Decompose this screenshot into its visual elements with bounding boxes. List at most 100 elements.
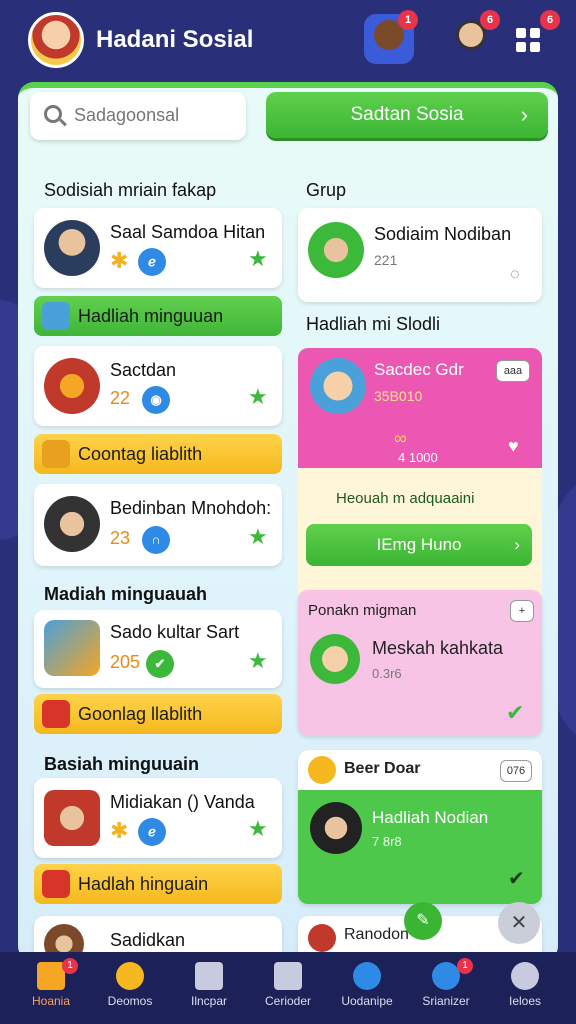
- group-card[interactable]: Sodiaim Nodiban 221 ◌: [298, 208, 542, 302]
- event-join-button[interactable]: IEmg Huno ›: [306, 524, 532, 566]
- person-icon: [511, 962, 539, 990]
- nav-label: Ieloes: [508, 994, 542, 1008]
- nav-item-coins[interactable]: Deomos: [89, 952, 171, 1024]
- friends-icon[interactable]: 1: [364, 10, 418, 64]
- group-reward-card[interactable]: Beer Doar 076 Hadliah Nodian 7 8r8 ✔: [298, 750, 542, 904]
- star-icon[interactable]: ★: [248, 524, 268, 550]
- gift-icon: [42, 870, 70, 898]
- search-box[interactable]: [30, 92, 246, 140]
- star-icon[interactable]: ★: [248, 384, 268, 410]
- profile-icon[interactable]: 6: [446, 10, 500, 64]
- avatar: [308, 222, 364, 278]
- avatar: [44, 790, 100, 846]
- card-header: Beer Doar 076: [298, 750, 542, 790]
- avatar: [308, 924, 336, 952]
- reward-bar[interactable]: Coontag liablith: [34, 434, 282, 474]
- coin-icon: [116, 962, 144, 990]
- event-title: Sacdec Gdr: [374, 360, 464, 379]
- bar-label: Goonlag llablith: [78, 704, 203, 724]
- card-header-title: Beer Doar: [344, 760, 421, 777]
- nav-item-sync[interactable]: 1 Srianizer: [405, 952, 487, 1024]
- star-icon[interactable]: ★: [248, 648, 268, 674]
- reward-sub: 7 8r8: [372, 834, 402, 849]
- list-icon: [195, 962, 223, 990]
- check-icon[interactable]: ✔: [508, 866, 525, 891]
- card-count: 205: [110, 652, 141, 672]
- event-amount: 4 1000: [398, 450, 438, 465]
- star-icon[interactable]: ★: [248, 246, 268, 272]
- chat-icon[interactable]: ℯ: [138, 248, 166, 276]
- link-icon[interactable]: ∩: [142, 526, 170, 554]
- bow-icon: ∞: [394, 428, 407, 448]
- nav-item-calendar[interactable]: Cerioder: [247, 952, 329, 1024]
- primary-action-button[interactable]: Sadtan Sosia ›: [266, 92, 548, 138]
- avatar: [44, 496, 100, 552]
- nav-item-profile[interactable]: Ieloes: [484, 952, 566, 1024]
- event-description: Heouah m adquaaini: [336, 490, 475, 507]
- nav-badge: 1: [62, 958, 78, 974]
- check-icon[interactable]: ✔: [506, 700, 524, 726]
- friend-card[interactable]: Bedinban Mnohdoh: 23 ∩ ★: [34, 484, 282, 566]
- card-name: Bedinban Mnohdoh:: [110, 498, 272, 518]
- nav-item-news[interactable]: Ilncpar: [168, 952, 250, 1024]
- chat-icon[interactable]: ℯ: [138, 818, 166, 846]
- calendar-icon: [274, 962, 302, 990]
- nav-label: Hoania: [31, 994, 71, 1008]
- search-input[interactable]: [74, 105, 234, 126]
- mission-sub: 0.3r6: [372, 666, 402, 681]
- avatar: [310, 634, 360, 684]
- nav-label: Uodanipe: [341, 994, 393, 1008]
- mission-title: Ponakn migman: [308, 602, 417, 619]
- bar-label: Hadliah minguuan: [78, 306, 224, 326]
- reward-subtitle: Hadliah mi Slodli: [306, 314, 441, 334]
- reward-bar[interactable]: Goonlag llablith: [34, 694, 282, 734]
- check-icon[interactable]: ✔: [146, 650, 174, 678]
- star-icon[interactable]: ★: [248, 816, 268, 842]
- settings-icon[interactable]: ◌: [510, 266, 520, 284]
- badge-icon: [42, 440, 70, 468]
- close-button[interactable]: ✕: [498, 902, 540, 944]
- avatar: [310, 358, 366, 414]
- edit-fab-button[interactable]: ✎: [404, 902, 442, 940]
- friend-card[interactable]: Midiakan () Vanda ✱ ℯ ★: [34, 778, 282, 858]
- nav-item-updates[interactable]: Uodanipe: [326, 952, 408, 1024]
- nav-item-home[interactable]: 1 Hoania: [10, 952, 92, 1024]
- user-icon: [42, 302, 70, 330]
- primary-action-label: Sadtan Sosia: [350, 104, 464, 125]
- chevron-right-icon: ›: [520, 102, 528, 127]
- bar-label: Hadlah hinguain: [78, 874, 209, 894]
- menu-badge: 6: [540, 10, 560, 30]
- mission-card[interactable]: Ponakn migman + Meskah kahkata 0.3r6 ✔: [298, 590, 542, 736]
- reward-bar[interactable]: Hadliah minguuan: [34, 296, 282, 336]
- section-subtitle: Madiah minguauah: [44, 584, 208, 604]
- heart-icon[interactable]: ♥: [508, 436, 519, 457]
- friend-card[interactable]: Sado kultar Sart 205 ✔ ★: [34, 610, 282, 688]
- avatar: [44, 620, 100, 676]
- card-count: 22: [110, 388, 131, 408]
- profile-badge: 6: [480, 10, 500, 30]
- friend-card[interactable]: Sactdan 22 ◉ ★: [34, 346, 282, 426]
- card-count: 23: [110, 528, 131, 548]
- bottom-nav: 1 Hoania Deomos Ilncpar Cerioder Uodanip…: [0, 952, 576, 1024]
- group-count: 221: [374, 252, 398, 268]
- reward-name: Hadliah Nodian: [372, 808, 489, 827]
- left-section-title: Sodisiah mriain fakap: [44, 180, 217, 200]
- reward-bar[interactable]: Hadlah hinguain: [34, 864, 282, 904]
- app-title: Hadani Sosial: [96, 26, 254, 53]
- friends-badge: 1: [398, 10, 418, 30]
- group-name: Sodiaim Nodiban: [374, 224, 512, 244]
- star-icon: ✱: [110, 248, 129, 273]
- nav-label: Srianizer: [422, 994, 470, 1008]
- drop-icon[interactable]: ◉: [142, 386, 170, 414]
- nav-label: Deomos: [107, 994, 153, 1008]
- avatar: [44, 220, 100, 276]
- mission-name: Meskah kahkata: [372, 638, 504, 658]
- grid-menu-icon[interactable]: 6: [506, 10, 560, 64]
- home-icon: [37, 962, 65, 990]
- bar-label: Coontag liablith: [78, 444, 203, 464]
- friend-card[interactable]: Saal Samdoa Hitan ✱ ℯ ★: [34, 208, 282, 288]
- event-tag: aaa: [496, 360, 530, 382]
- nav-label: Ilncpar: [190, 994, 228, 1008]
- mission-tag[interactable]: +: [510, 600, 534, 622]
- user-avatar[interactable]: [28, 12, 84, 68]
